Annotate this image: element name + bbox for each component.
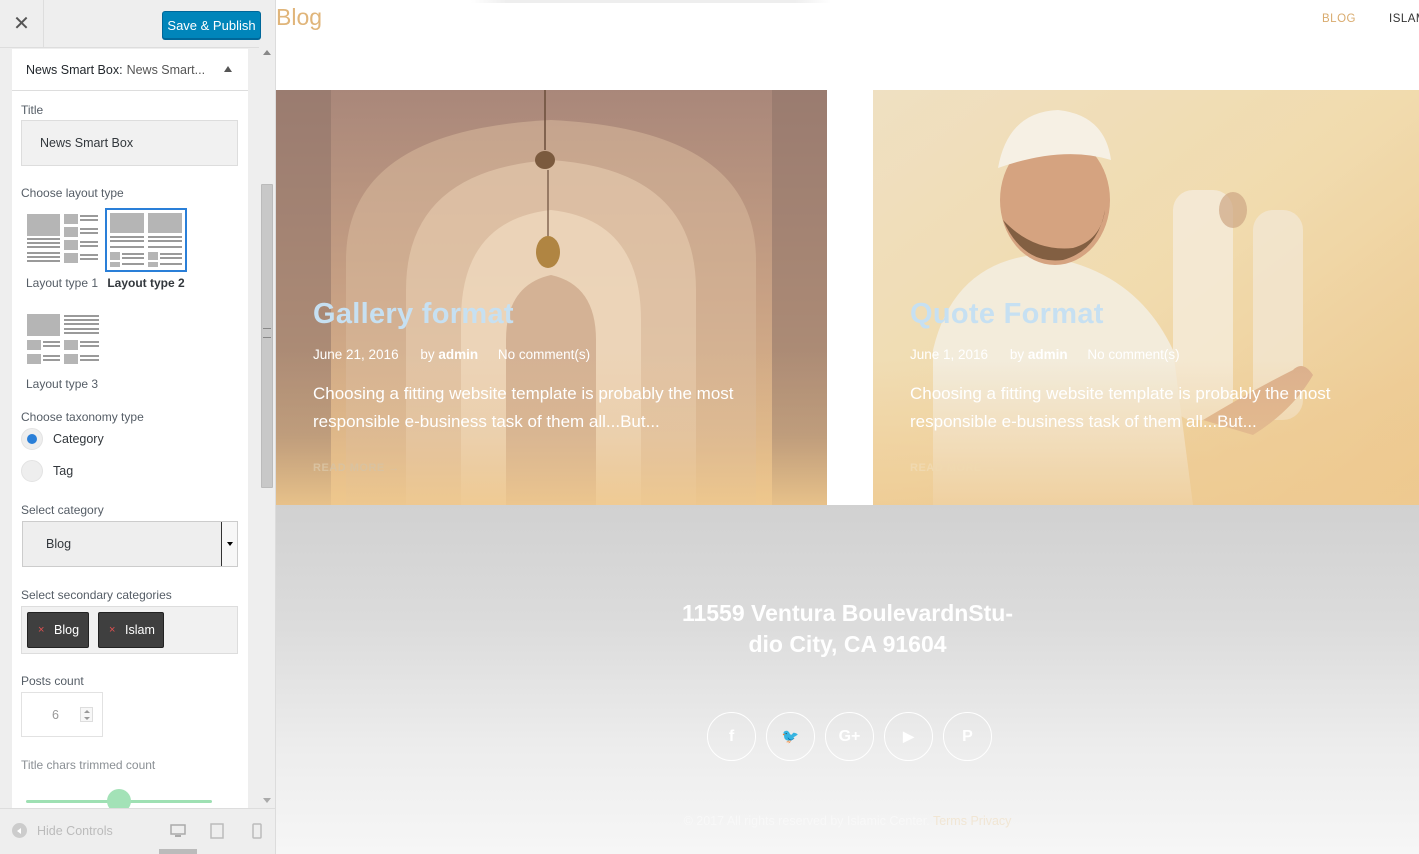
youtube-icon[interactable]: ▶ — [884, 712, 933, 761]
pinterest-icon[interactable]: P — [943, 712, 992, 761]
caret-up-icon — [224, 66, 232, 72]
google-plus-icon[interactable]: G+ — [825, 712, 874, 761]
post-comments[interactable]: No comment(s) — [1087, 347, 1179, 362]
customizer-panel: ✕ Save & Publish News Smart Box: News Sm… — [0, 0, 276, 854]
layout-3-caption: Layout type 3 — [26, 377, 99, 391]
collapse-icon — [12, 823, 27, 838]
section-subtitle: News Smart... — [126, 62, 206, 77]
section-header-news-smart-box[interactable]: News Smart Box: News Smart... — [12, 49, 248, 91]
layout-option-3[interactable] — [24, 311, 100, 369]
mobile-icon[interactable] — [249, 823, 265, 839]
post-comments[interactable]: No comment(s) — [498, 347, 590, 362]
radio-category-label: Category — [53, 432, 104, 446]
tablet-icon[interactable] — [209, 823, 225, 839]
post-title[interactable]: Quote Format — [910, 298, 1104, 331]
post-excerpt: Choosing a fitting website template is p… — [313, 384, 734, 431]
layout-2-icon — [110, 213, 182, 267]
posts-count-label: Posts count — [21, 674, 84, 688]
post-by: by — [420, 347, 435, 362]
layout-2-caption: Layout type 2 — [107, 276, 185, 290]
tag-label: Blog — [54, 623, 80, 637]
scrollbar-thumb[interactable] — [261, 184, 273, 488]
secondary-categories-input[interactable]: × Blog × Islam — [21, 606, 238, 654]
read-more-link[interactable]: READ MORE → — [910, 462, 997, 474]
header-divider — [471, 0, 831, 3]
posts-count-value: 6 — [52, 708, 59, 722]
post-by: by — [1009, 347, 1025, 362]
footer-address: 11559 Ventura BoulevardnStu- dio City, C… — [276, 598, 1419, 660]
title-chars-label: Title chars trimmed count — [21, 758, 156, 772]
terms-privacy-link[interactable]: Terms Privacy — [933, 814, 1011, 828]
social-links: f 🐦 G+ ▶ P — [707, 712, 992, 761]
save-publish-button[interactable]: Save & Publish — [162, 11, 261, 39]
layout-type-label: Choose layout type — [21, 186, 124, 200]
read-more-link[interactable]: READ MORE → — [313, 462, 400, 474]
section-controls: Title News Smart Box Choose layout type … — [12, 91, 248, 813]
facebook-icon[interactable]: f — [707, 712, 756, 761]
copyright-text: © 2017 All rights reserved by Islamic Ce… — [683, 814, 930, 828]
twitter-icon[interactable]: 🐦 — [766, 712, 815, 761]
secondary-categories-label: Select secondary categories — [21, 588, 172, 602]
customizer-footer: Hide Controls — [0, 808, 275, 854]
radio-tag[interactable] — [21, 460, 43, 482]
post-meta: June 21, 2016 by admin No comment(s) — [313, 347, 590, 362]
category-select-value: Blog — [46, 537, 72, 551]
site-logo[interactable]: Blog — [276, 4, 322, 31]
title-label: Title — [21, 103, 44, 117]
layout-1-caption: Layout type 1 — [25, 276, 99, 290]
taxonomy-label: Choose taxonomy type — [21, 410, 144, 424]
category-select[interactable]: Blog — [22, 521, 238, 567]
tag-islam[interactable]: × Islam — [98, 612, 164, 648]
layout-option-1[interactable] — [24, 209, 100, 267]
title-input[interactable]: News Smart Box — [21, 120, 238, 166]
close-customizer-button[interactable]: ✕ — [0, 0, 44, 47]
copyright: © 2017 All rights reserved by Islamic Ce… — [276, 814, 1419, 828]
nav-item-islam[interactable]: ISLAM — [1389, 13, 1419, 25]
site-footer: 11559 Ventura BoulevardnStu- dio City, C… — [276, 505, 1419, 854]
desktop-icon[interactable] — [170, 823, 186, 839]
remove-tag-icon[interactable]: × — [38, 624, 44, 636]
post-author[interactable]: admin — [438, 347, 478, 362]
tag-blog[interactable]: × Blog — [27, 612, 89, 648]
layout-option-2[interactable] — [105, 208, 187, 272]
section-name: News Smart Box: — [26, 62, 123, 77]
layout-3-icon — [27, 314, 99, 364]
number-stepper[interactable] — [80, 707, 93, 722]
hide-controls-button[interactable]: Hide Controls — [12, 823, 113, 838]
scroll-up-icon[interactable] — [263, 50, 271, 55]
select-category-label: Select category — [21, 503, 104, 517]
scroll-down-icon[interactable] — [263, 798, 271, 803]
site-preview: Blog BLOG ISLAM Gal — [276, 0, 1419, 854]
tag-label: Islam — [125, 623, 155, 637]
post-title[interactable]: Gallery format — [313, 298, 514, 331]
post-excerpt: Choosing a fitting website template is p… — [910, 384, 1331, 431]
nav-item-blog[interactable]: BLOG — [1322, 13, 1356, 25]
radio-category[interactable] — [21, 428, 43, 450]
remove-tag-icon[interactable]: × — [109, 624, 115, 636]
hide-controls-label: Hide Controls — [37, 823, 113, 838]
radio-tag-label: Tag — [53, 464, 74, 478]
layout-1-icon — [27, 214, 98, 263]
post-card-gallery[interactable]: Gallery format June 21, 2016 by admin No… — [276, 90, 827, 505]
post-author[interactable]: admin — [1028, 347, 1068, 362]
panel-scrollbar[interactable] — [259, 44, 275, 808]
close-icon: ✕ — [13, 13, 30, 35]
address-line-2: dio City, CA 91604 — [748, 631, 947, 657]
chevron-down-icon[interactable] — [221, 522, 237, 566]
post-date[interactable]: June 21, 2016 — [313, 347, 399, 362]
customizer-header: ✕ Save & Publish — [0, 0, 275, 48]
posts-count-input[interactable]: 6 — [21, 692, 103, 737]
post-meta: June 1, 2016 by admin No comment(s) — [910, 347, 1180, 362]
post-card-quote[interactable]: Quote Format June 1, 2016 by admin No co… — [873, 90, 1419, 505]
address-line-1: 11559 Ventura BoulevardnStu- — [681, 600, 1014, 626]
post-date[interactable]: June 1, 2016 — [910, 347, 988, 362]
active-device-indicator — [159, 849, 197, 854]
